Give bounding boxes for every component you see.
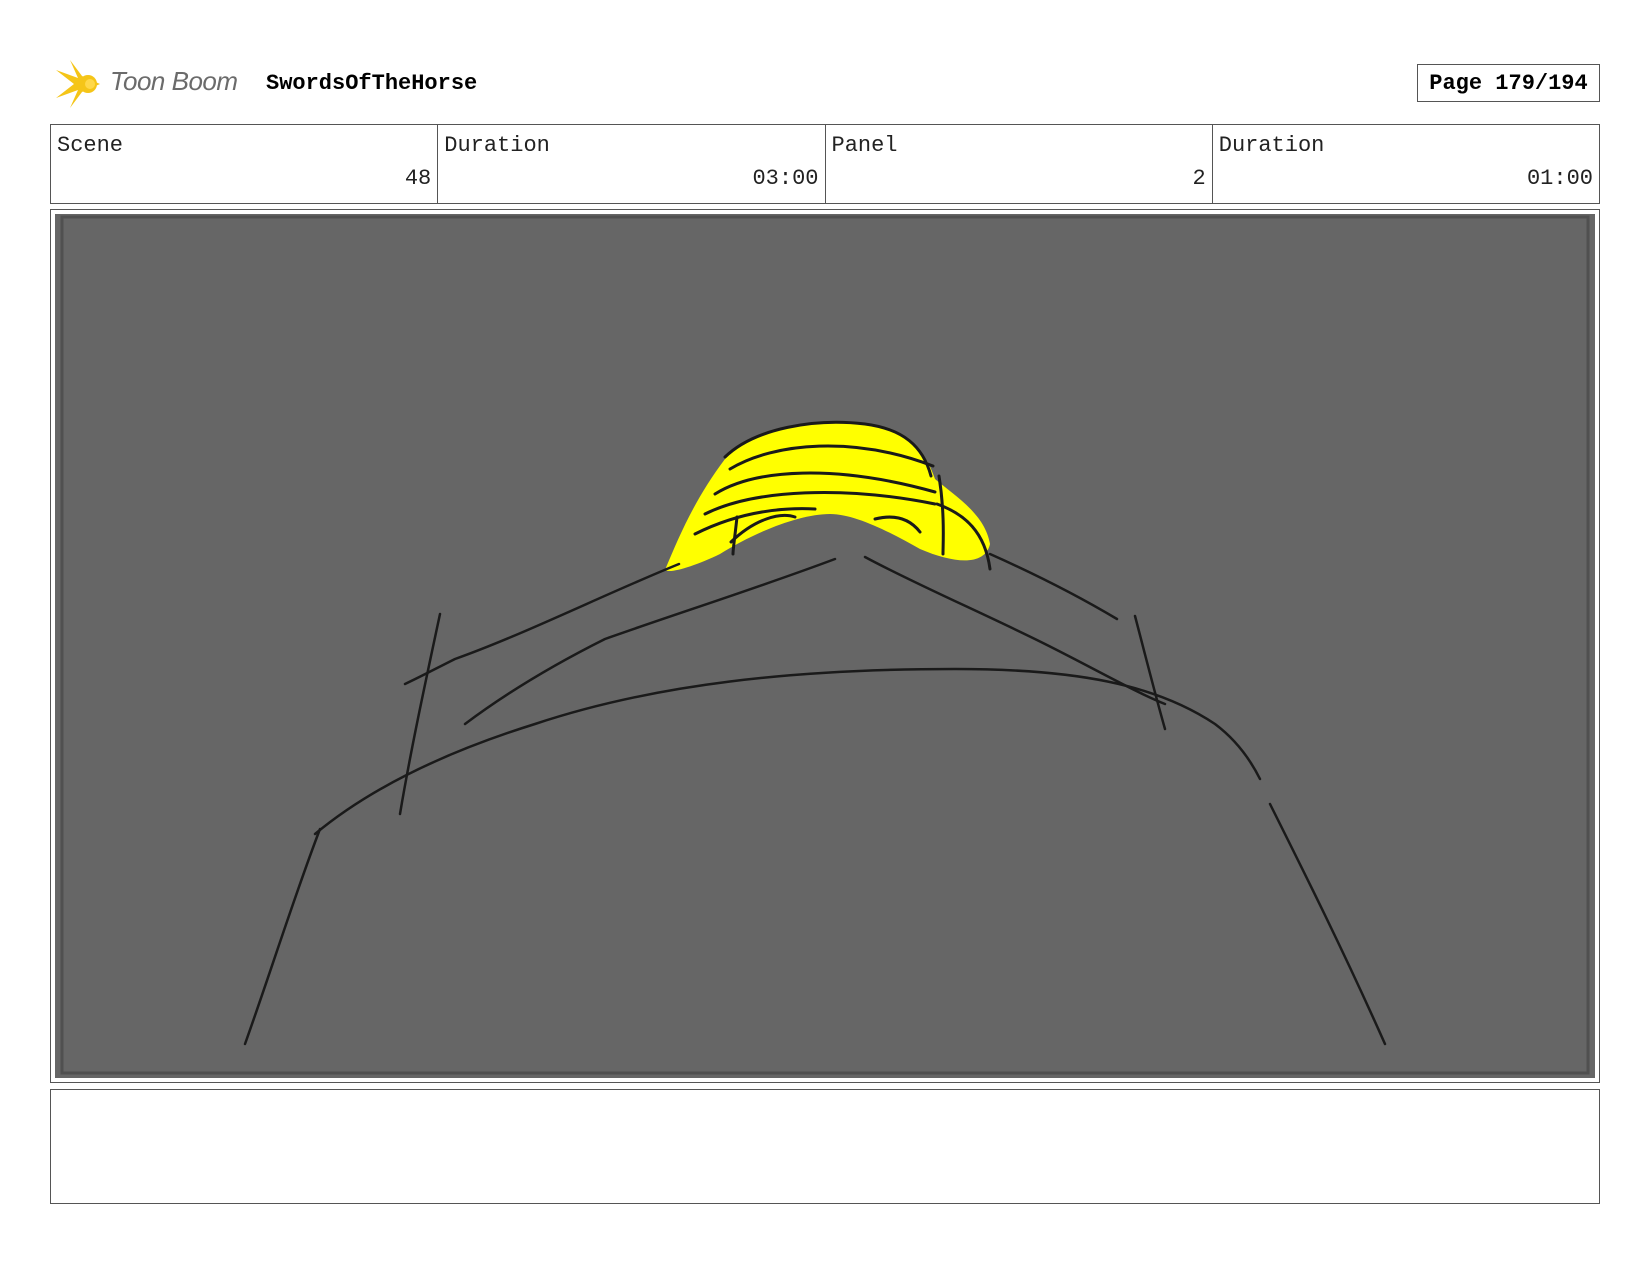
scene-info-table: Scene 48 Duration 03:00 Panel 2 Duration… <box>50 124 1600 204</box>
scene-value: 48 <box>404 166 432 191</box>
project-title: SwordsOfTheHorse <box>266 71 478 96</box>
scene-duration-label: Duration <box>444 133 550 158</box>
scene-duration-value: 03:00 <box>752 166 819 191</box>
panel-label: Panel <box>831 133 898 158</box>
panel-duration-value: 01:00 <box>1526 166 1593 191</box>
storyboard-panel-image <box>55 214 1595 1078</box>
panel-duration-cell: Duration 01:00 <box>1213 125 1599 203</box>
panel-duration-label: Duration <box>1218 133 1325 158</box>
panel-cell: Panel 2 <box>826 125 1213 203</box>
scene-cell: Scene 48 <box>51 125 439 203</box>
panel-value: 2 <box>1192 166 1206 191</box>
storyboard-panel-frame <box>50 209 1600 1083</box>
starburst-icon <box>56 60 100 108</box>
scene-duration-cell: Duration 03:00 <box>438 125 826 203</box>
page-number: Page 179/194 <box>1417 64 1600 102</box>
sketch-drawing <box>55 214 1595 1078</box>
toon-boom-logo: Toon Boom <box>52 56 252 114</box>
panel-background <box>55 214 1595 1078</box>
panel-notes-box <box>50 1089 1600 1204</box>
logo-text: Toon Boom <box>110 66 238 96</box>
scene-label: Scene <box>57 133 124 158</box>
